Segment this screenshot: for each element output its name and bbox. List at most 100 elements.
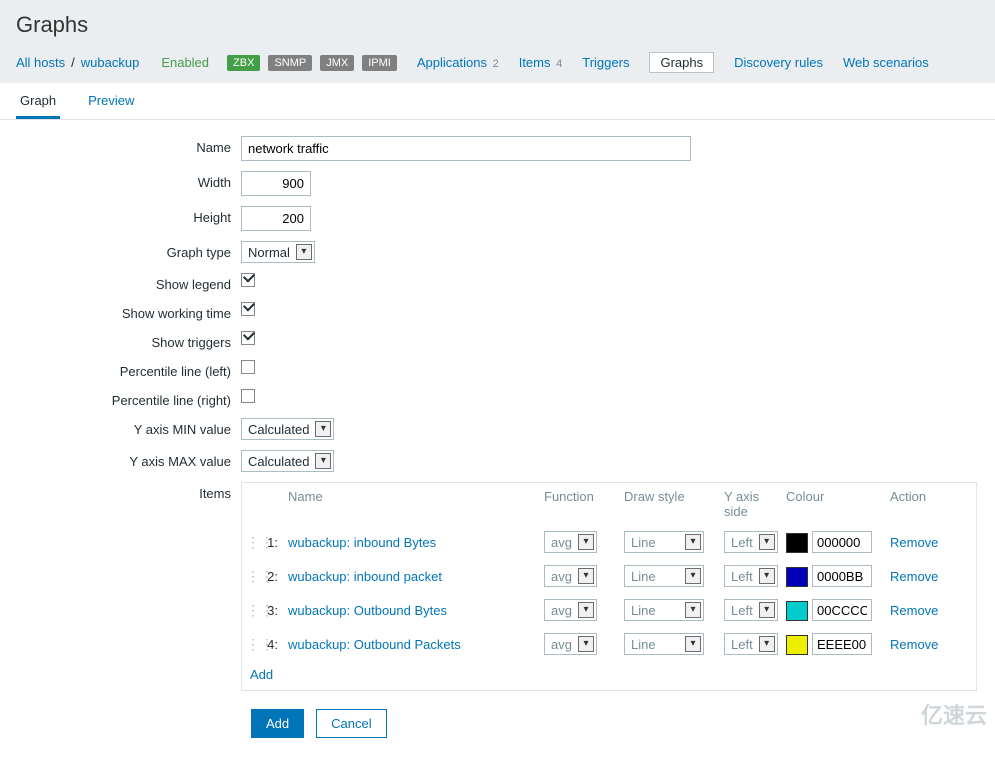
chevron-down-icon: ▾: [578, 602, 594, 618]
item-name-link[interactable]: wubackup: inbound Bytes: [288, 535, 436, 550]
chevron-down-icon: ▾: [759, 602, 775, 618]
nav-triggers[interactable]: Triggers: [582, 55, 629, 70]
tab-graph[interactable]: Graph: [16, 83, 60, 119]
colour-input[interactable]: [812, 565, 872, 587]
col-draw-style: Draw style: [624, 489, 724, 519]
draw-style-select[interactable]: Line▾: [624, 633, 704, 655]
add-item-link[interactable]: Add: [250, 667, 273, 682]
items-count: 4: [556, 58, 562, 70]
chevron-down-icon: ▾: [315, 421, 331, 437]
remove-link[interactable]: Remove: [890, 637, 938, 652]
applications-count: 2: [493, 58, 499, 70]
label-percentile-left: Percentile line (left): [16, 360, 241, 379]
y-side-select[interactable]: Left▾: [724, 531, 778, 553]
watermark: 亿速云: [921, 698, 987, 730]
chevron-down-icon: ▾: [685, 602, 701, 618]
chevron-down-icon: ▾: [759, 534, 775, 550]
label-width: Width: [16, 171, 241, 190]
colour-input[interactable]: [812, 531, 872, 553]
chevron-down-icon: ▾: [685, 636, 701, 652]
host-status: Enabled: [161, 55, 209, 70]
label-show-triggers: Show triggers: [16, 331, 241, 350]
col-colour: Colour: [786, 489, 890, 519]
chevron-down-icon: ▾: [296, 244, 312, 260]
height-input[interactable]: [241, 206, 311, 231]
tab-preview[interactable]: Preview: [84, 83, 138, 119]
col-y-side: Y axis side: [724, 489, 786, 519]
width-input[interactable]: [241, 171, 311, 196]
function-select[interactable]: avg▾: [544, 531, 597, 553]
chevron-down-icon: ▾: [578, 636, 594, 652]
colour-swatch[interactable]: [786, 635, 808, 655]
y-side-select[interactable]: Left▾: [724, 599, 778, 621]
show-triggers-checkbox[interactable]: [241, 331, 255, 345]
breadcrumb-all-hosts[interactable]: All hosts: [16, 55, 65, 70]
content-card: Graph Preview Name Width Height Graph ty…: [0, 83, 995, 762]
label-height: Height: [16, 206, 241, 225]
nav-web-scenarios[interactable]: Web scenarios: [843, 55, 929, 70]
drag-handle-icon[interactable]: ⋮⋮: [246, 568, 264, 585]
nav-links: Applications 2 Items 4 Triggers Graphs D…: [417, 52, 929, 73]
label-graph-type: Graph type: [16, 241, 241, 260]
colour-swatch[interactable]: [786, 601, 808, 621]
nav-applications[interactable]: Applications: [417, 55, 487, 70]
y-side-select[interactable]: Left▾: [724, 565, 778, 587]
function-select[interactable]: avg▾: [544, 599, 597, 621]
tabs: Graph Preview: [0, 83, 995, 120]
function-select[interactable]: avg▾: [544, 565, 597, 587]
graph-type-select[interactable]: Normal ▾: [241, 241, 315, 263]
y-min-select[interactable]: Calculated ▾: [241, 418, 334, 440]
name-input[interactable]: [241, 136, 691, 161]
pill-zbx: ZBX: [227, 55, 260, 71]
draw-style-select[interactable]: Line▾: [624, 565, 704, 587]
graph-type-value: Normal: [248, 245, 290, 260]
chevron-down-icon: ▾: [315, 453, 331, 469]
label-percentile-right: Percentile line (right): [16, 389, 241, 408]
cancel-button[interactable]: Cancel: [316, 709, 386, 738]
table-row: ⋮⋮2: wubackup: inbound packet avg▾ Line▾ Lef…: [242, 559, 976, 593]
label-show-legend: Show legend: [16, 273, 241, 292]
chevron-down-icon: ▾: [759, 636, 775, 652]
function-select[interactable]: avg▾: [544, 633, 597, 655]
col-name: Name: [284, 489, 544, 519]
colour-swatch[interactable]: [786, 533, 808, 553]
drag-handle-icon[interactable]: ⋮⋮: [246, 534, 264, 551]
remove-link[interactable]: Remove: [890, 535, 938, 550]
col-function: Function: [544, 489, 624, 519]
nav-graphs[interactable]: Graphs: [649, 52, 714, 73]
breadcrumb-host[interactable]: wubackup: [81, 55, 140, 70]
remove-link[interactable]: Remove: [890, 569, 938, 584]
row-index: 2:: [264, 569, 284, 584]
colour-input[interactable]: [812, 633, 872, 655]
table-row: ⋮⋮3: wubackup: Outbound Bytes avg▾ Line▾ Lef…: [242, 593, 976, 627]
item-name-link[interactable]: wubackup: Outbound Packets: [288, 637, 461, 652]
remove-link[interactable]: Remove: [890, 603, 938, 618]
row-index: 3:: [264, 603, 284, 618]
items-header: Name Function Draw style Y axis side Col…: [242, 483, 976, 525]
item-name-link[interactable]: wubackup: Outbound Bytes: [288, 603, 447, 618]
colour-input[interactable]: [812, 599, 872, 621]
colour-swatch[interactable]: [786, 567, 808, 587]
item-name-link[interactable]: wubackup: inbound packet: [288, 569, 442, 584]
draw-style-select[interactable]: Line▾: [624, 599, 704, 621]
y-max-select[interactable]: Calculated ▾: [241, 450, 334, 472]
nav-discovery[interactable]: Discovery rules: [734, 55, 823, 70]
percentile-right-checkbox[interactable]: [241, 389, 255, 403]
drag-handle-icon[interactable]: ⋮⋮: [246, 636, 264, 653]
add-button[interactable]: Add: [251, 709, 304, 738]
label-name: Name: [16, 136, 241, 155]
label-items: Items: [16, 482, 241, 501]
y-side-select[interactable]: Left▾: [724, 633, 778, 655]
drag-handle-icon[interactable]: ⋮⋮: [246, 602, 264, 619]
row-index: 1:: [264, 535, 284, 550]
percentile-left-checkbox[interactable]: [241, 360, 255, 374]
label-y-max: Y axis MAX value: [16, 450, 241, 469]
pill-ipmi: IPMI: [362, 55, 397, 71]
draw-style-select[interactable]: Line▾: [624, 531, 704, 553]
pill-jmx: JMX: [320, 55, 354, 71]
show-legend-checkbox[interactable]: [241, 273, 255, 287]
row-index: 4:: [264, 637, 284, 652]
nav-items[interactable]: Items: [519, 55, 551, 70]
show-working-time-checkbox[interactable]: [241, 302, 255, 316]
chevron-down-icon: ▾: [685, 534, 701, 550]
